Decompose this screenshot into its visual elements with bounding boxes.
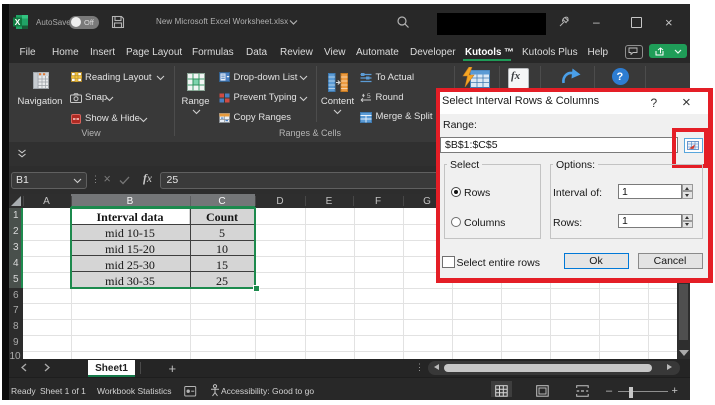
svg-text:5: 5 — [367, 93, 371, 100]
svg-text:X: X — [15, 17, 21, 27]
